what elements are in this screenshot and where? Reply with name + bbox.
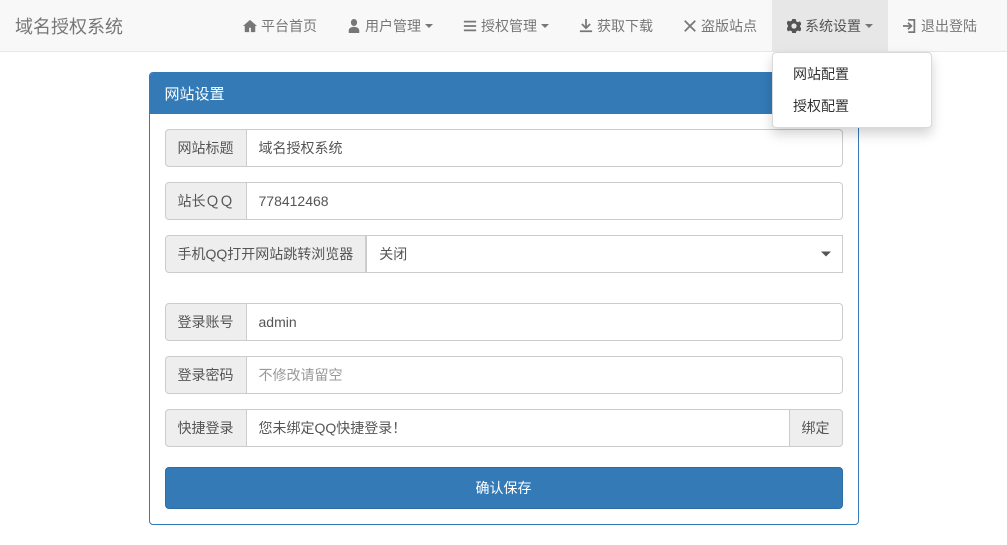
nav-item-users[interactable]: 用户管理 xyxy=(332,0,448,52)
field-login-pass: 登录密码 xyxy=(165,356,843,394)
nav-label: 退出登陆 xyxy=(921,16,977,36)
close-icon xyxy=(683,19,697,33)
field-qq: 站长ＱＱ xyxy=(165,182,843,220)
download-icon xyxy=(579,19,593,33)
nav-label: 获取下载 xyxy=(597,16,653,36)
field-login-user: 登录账号 xyxy=(165,303,843,341)
qq-input[interactable] xyxy=(247,182,843,220)
list-icon xyxy=(463,19,477,33)
quick-login-label: 快捷登录 xyxy=(165,409,247,447)
settings-dropdown: 网站配置 授权配置 xyxy=(772,52,932,128)
login-user-input[interactable] xyxy=(247,303,843,341)
caret-icon xyxy=(541,24,549,28)
qq-label: 站长ＱＱ xyxy=(165,182,247,220)
user-icon xyxy=(347,19,361,33)
nav-label: 盗版站点 xyxy=(701,16,757,36)
submit-button[interactable]: 确认保存 xyxy=(165,467,843,509)
settings-panel: 网站设置 网站标题 站长ＱＱ 手机QQ打开网站跳转浏览器 关闭 xyxy=(149,72,859,525)
nav-item-settings[interactable]: 系统设置 网站配置 授权配置 xyxy=(772,0,888,52)
dropdown-item-site-config[interactable]: 网站配置 xyxy=(773,58,931,90)
login-pass-input[interactable] xyxy=(247,356,843,394)
dropdown-item-auth-config[interactable]: 授权配置 xyxy=(773,90,931,122)
nav-item-piracy[interactable]: 盗版站点 xyxy=(668,0,772,52)
home-icon xyxy=(243,19,257,33)
bind-button[interactable]: 绑定 xyxy=(790,409,843,447)
logout-icon xyxy=(903,19,917,33)
mobile-qq-select[interactable]: 关闭 xyxy=(366,235,842,273)
field-quick-login: 快捷登录 绑定 xyxy=(165,409,843,447)
nav-label: 平台首页 xyxy=(261,16,317,36)
caret-icon xyxy=(425,24,433,28)
top-navbar: 域名授权系统 平台首页 用户管理 xyxy=(0,0,1007,52)
login-user-label: 登录账号 xyxy=(165,303,247,341)
nav-item-home[interactable]: 平台首页 xyxy=(228,0,332,52)
nav-item-logout[interactable]: 退出登陆 xyxy=(888,0,992,52)
nav-label: 系统设置 xyxy=(805,16,861,36)
caret-icon xyxy=(865,24,873,28)
nav-item-auth[interactable]: 授权管理 xyxy=(448,0,564,52)
mobile-qq-label: 手机QQ打开网站跳转浏览器 xyxy=(165,235,367,273)
field-site-title: 网站标题 xyxy=(165,129,843,167)
gear-icon xyxy=(787,19,801,33)
login-pass-label: 登录密码 xyxy=(165,356,247,394)
nav-label: 用户管理 xyxy=(365,16,421,36)
nav-label: 授权管理 xyxy=(481,16,537,36)
nav-item-download[interactable]: 获取下载 xyxy=(564,0,668,52)
brand-link[interactable]: 域名授权系统 xyxy=(15,13,138,39)
field-mobile-qq: 手机QQ打开网站跳转浏览器 关闭 xyxy=(165,235,843,273)
quick-login-status xyxy=(247,409,790,447)
site-title-input[interactable] xyxy=(247,129,843,167)
panel-title: 网站设置 xyxy=(150,73,858,114)
site-title-label: 网站标题 xyxy=(165,129,247,167)
